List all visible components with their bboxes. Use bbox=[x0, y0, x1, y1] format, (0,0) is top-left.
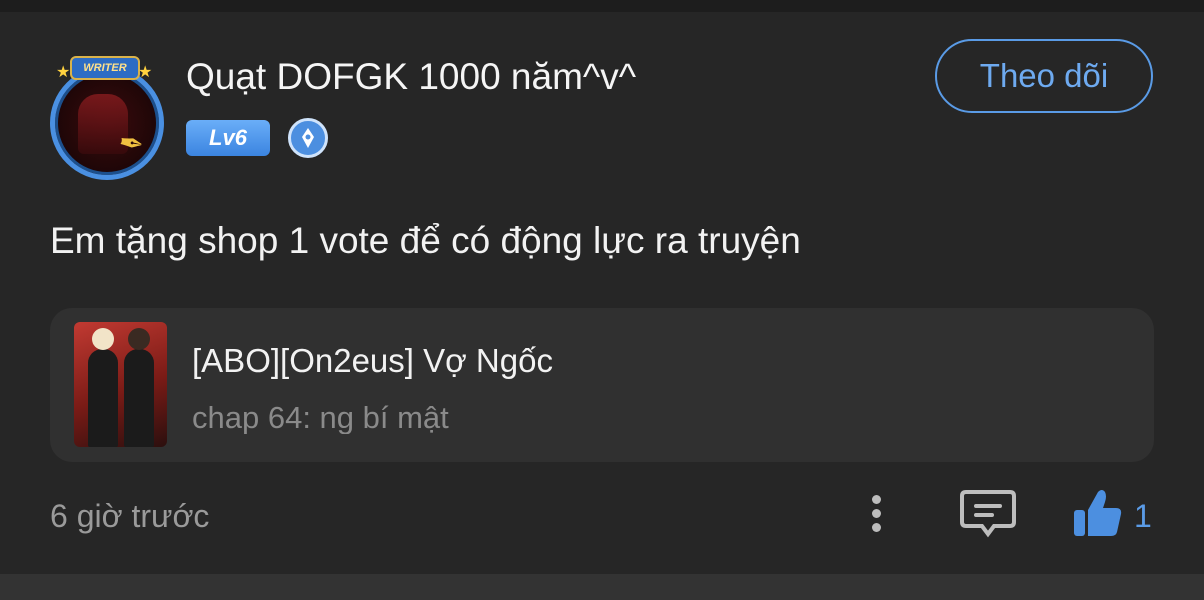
thumbs-up-icon[interactable] bbox=[1070, 486, 1126, 542]
author-name[interactable]: Quạt DOFGK 1000 năm^v^ bbox=[186, 56, 636, 98]
writer-frame-label: WRITER bbox=[70, 56, 140, 80]
cover-figure bbox=[124, 349, 154, 447]
more-vertical-icon[interactable] bbox=[858, 490, 894, 540]
follow-button[interactable]: Theo dõi bbox=[935, 39, 1153, 113]
bottom-divider bbox=[0, 574, 1204, 600]
like-count: 1 bbox=[1134, 498, 1152, 534]
top-divider bbox=[0, 0, 1204, 12]
story-cover-image bbox=[74, 322, 167, 447]
post-content: Em tặng shop 1 vote để có động lực ra tr… bbox=[50, 220, 801, 261]
story-chapter: chap 64: ng bí mật bbox=[192, 400, 449, 434]
author-pen-icon bbox=[288, 118, 328, 158]
level-badge: Lv6 bbox=[186, 120, 270, 156]
linked-story-card[interactable]: [ABO][On2eus] Vợ Ngốc chap 64: ng bí mật bbox=[50, 308, 1154, 462]
star-icon: ★ bbox=[56, 64, 71, 81]
author-avatar[interactable]: WRITER ★ ★ ✒ bbox=[38, 56, 168, 180]
star-icon: ★ bbox=[138, 64, 153, 81]
quill-pen-icon: ✒ bbox=[115, 125, 147, 163]
comment-icon[interactable] bbox=[960, 488, 1016, 540]
post-timestamp: 6 giờ trước bbox=[50, 498, 210, 534]
cover-figure bbox=[88, 349, 118, 447]
cover-figure-head bbox=[92, 328, 114, 350]
story-title: [ABO][On2eus] Vợ Ngốc bbox=[192, 342, 553, 379]
cover-figure-head bbox=[128, 328, 150, 350]
